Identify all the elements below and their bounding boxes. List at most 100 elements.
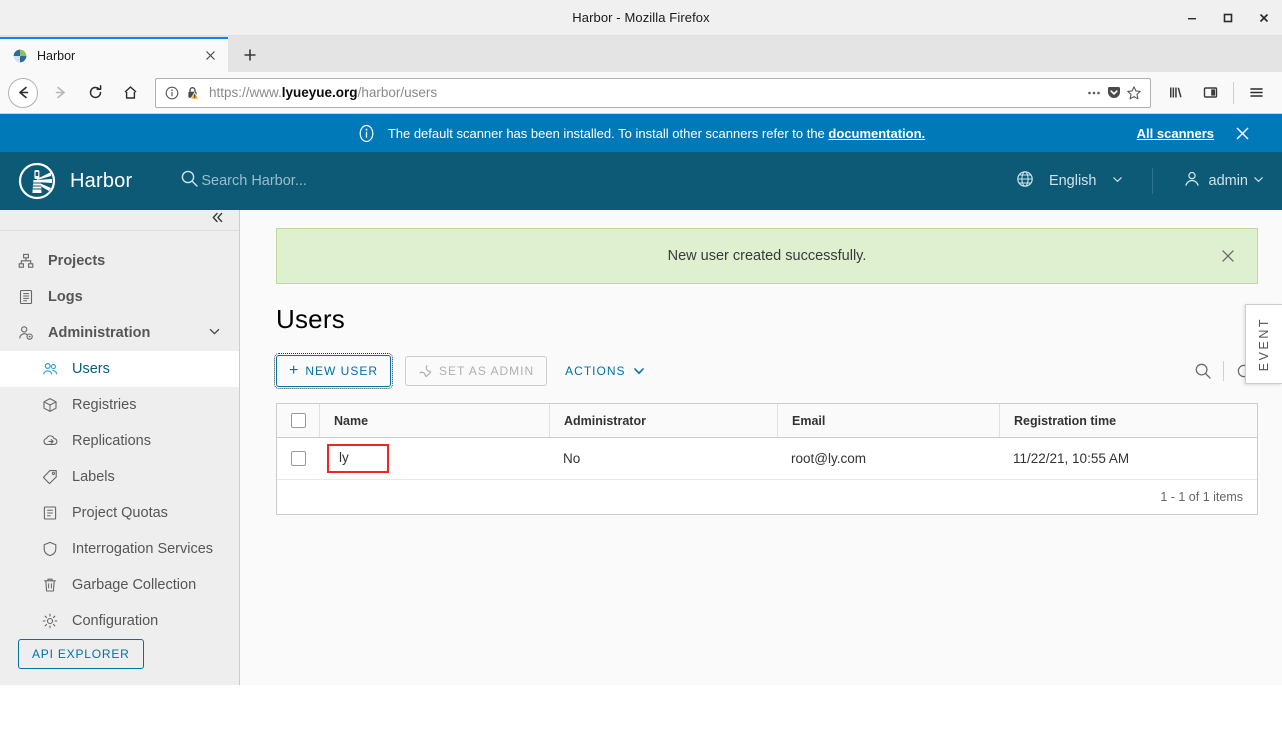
user-name-highlighted[interactable]: ly: [327, 444, 389, 473]
column-header-registration-time[interactable]: Registration time: [999, 404, 1257, 437]
users-toolbar: + NEW USER SET AS ADMIN ACTIONS: [273, 353, 1258, 389]
forward-button[interactable]: [43, 77, 77, 109]
pagination-summary: 1 - 1 of 1 items: [1160, 490, 1243, 504]
toolbar-divider: [1223, 361, 1224, 381]
sidebar-item-replications[interactable]: Replications: [0, 423, 239, 459]
set-as-admin-label: SET AS ADMIN: [439, 364, 535, 378]
sidebar-item-users[interactable]: Users: [0, 351, 239, 387]
select-all-checkbox[interactable]: [291, 413, 306, 428]
table-search-icon[interactable]: [1189, 357, 1217, 385]
actions-dropdown-button[interactable]: ACTIONS: [561, 357, 648, 385]
alert-close-icon[interactable]: [1217, 245, 1239, 267]
harbor-search[interactable]: Search Harbor...: [180, 169, 1008, 193]
all-scanners-link[interactable]: All scanners: [1137, 126, 1214, 141]
event-side-tab[interactable]: EVENT: [1245, 304, 1282, 384]
minimize-button[interactable]: [1174, 0, 1210, 36]
sidebar-item-projects[interactable]: Projects: [0, 243, 239, 279]
banner-close-icon[interactable]: [1230, 121, 1254, 145]
bookmark-star-icon[interactable]: [1124, 83, 1144, 103]
url-bar[interactable]: https://www.lyueyue.org/harbor/users: [155, 77, 1151, 108]
sidebar-item-logs[interactable]: Logs: [0, 279, 239, 315]
scanner-notification-banner: The default scanner has been installed. …: [0, 114, 1282, 152]
user-menu[interactable]: admin: [1175, 170, 1265, 192]
user-icon: [1183, 170, 1201, 192]
sidebar-item-label: Interrogation Services: [72, 541, 214, 557]
reload-button[interactable]: [78, 77, 112, 109]
double-chevron-left-icon: [210, 210, 225, 230]
lock-warning-icon[interactable]: [182, 83, 202, 103]
select-all-checkbox-cell[interactable]: [277, 404, 319, 437]
sidebar-item-label: Administration: [48, 325, 151, 341]
maximize-button[interactable]: [1210, 0, 1246, 36]
wrench-icon: [418, 364, 432, 378]
sidebar-icon[interactable]: [1193, 77, 1227, 109]
home-button[interactable]: [113, 77, 147, 109]
hamburger-menu-icon[interactable]: [1239, 77, 1273, 109]
api-explorer-button[interactable]: API EXPLORER: [18, 639, 144, 669]
sidebar-item-registries[interactable]: Registries: [0, 387, 239, 423]
documentation-link[interactable]: documentation.: [828, 126, 925, 141]
user-name: admin: [1208, 173, 1249, 189]
page-info-icon[interactable]: [162, 83, 182, 103]
page-actions-icon[interactable]: [1084, 83, 1104, 103]
harbor-lighthouse-logo[interactable]: [18, 162, 56, 200]
language-selector[interactable]: English: [1008, 170, 1130, 192]
url-host: lyueyue.org: [281, 85, 358, 100]
library-icon[interactable]: [1158, 77, 1192, 109]
chevron-down-icon: [208, 325, 221, 342]
back-button[interactable]: [8, 77, 38, 108]
harbor-header-right: English admin: [1008, 168, 1282, 194]
table-row[interactable]: ly No root@ly.com 11/22/21, 10:55 AM: [277, 438, 1257, 480]
harbor-brand-title: Harbor: [70, 169, 133, 192]
sidebar-nav: Projects Logs Administration Users Regis…: [0, 231, 239, 639]
sidebar-item-project-quotas[interactable]: Project Quotas: [0, 495, 239, 531]
sidebar-item-label: Project Quotas: [72, 505, 168, 521]
trash-icon: [42, 577, 60, 593]
harbor-body: Projects Logs Administration Users Regis…: [0, 210, 1282, 685]
sidebar-item-label: Configuration: [72, 613, 159, 629]
browser-titlebar: Harbor - Mozilla Firefox: [0, 0, 1282, 36]
tab-close-icon[interactable]: [200, 46, 220, 66]
harbor-header: Harbor Search Harbor... English admin: [0, 152, 1282, 210]
sidebar-item-administration[interactable]: Administration: [0, 315, 239, 351]
shield-icon: [42, 541, 60, 557]
close-button[interactable]: [1246, 0, 1282, 36]
search-icon: [180, 169, 199, 193]
replications-icon: [42, 433, 60, 449]
cell-name: ly: [319, 438, 549, 479]
table-footer: 1 - 1 of 1 items: [277, 480, 1257, 514]
set-as-admin-button[interactable]: SET AS ADMIN: [405, 356, 548, 386]
event-tab-label: EVENT: [1257, 316, 1271, 372]
page-title: Users: [276, 304, 345, 334]
sidebar-item-labels[interactable]: Labels: [0, 459, 239, 495]
new-user-button[interactable]: + NEW USER: [273, 353, 394, 389]
project-quotas-icon: [42, 505, 60, 521]
toolbar-divider: [1233, 81, 1234, 104]
info-circle-icon: [357, 124, 376, 143]
banner-message: The default scanner has been installed. …: [388, 126, 925, 141]
pocket-icon[interactable]: [1104, 83, 1124, 103]
sidebar-item-configuration[interactable]: Configuration: [0, 603, 239, 639]
logs-icon: [18, 289, 36, 305]
column-header-name[interactable]: Name: [319, 404, 549, 437]
registries-icon: [42, 397, 60, 413]
search-placeholder: Search Harbor...: [201, 173, 307, 189]
chevron-down-icon: [633, 365, 645, 377]
sidebar-item-label: Labels: [72, 469, 115, 485]
row-checkbox[interactable]: [291, 451, 306, 466]
window-title: Harbor - Mozilla Firefox: [572, 10, 710, 25]
column-header-email[interactable]: Email: [777, 404, 999, 437]
plus-icon: +: [289, 362, 300, 379]
sidebar-item-garbage-collection[interactable]: Garbage Collection: [0, 567, 239, 603]
success-alert: New user created successfully.: [276, 228, 1258, 284]
new-tab-button[interactable]: [232, 38, 268, 72]
url-text: https://www.lyueyue.org/harbor/users: [209, 85, 1084, 100]
sidebar-item-interrogation-services[interactable]: Interrogation Services: [0, 531, 239, 567]
row-checkbox-cell[interactable]: [277, 438, 319, 479]
browser-tab-harbor[interactable]: Harbor: [0, 37, 228, 72]
sidebar-collapse-button[interactable]: [0, 210, 239, 231]
sidebar-item-label: Registries: [72, 397, 137, 413]
url-scheme: https://www.: [209, 85, 282, 100]
banner-content: The default scanner has been installed. …: [0, 124, 1282, 143]
column-header-administrator[interactable]: Administrator: [549, 404, 777, 437]
